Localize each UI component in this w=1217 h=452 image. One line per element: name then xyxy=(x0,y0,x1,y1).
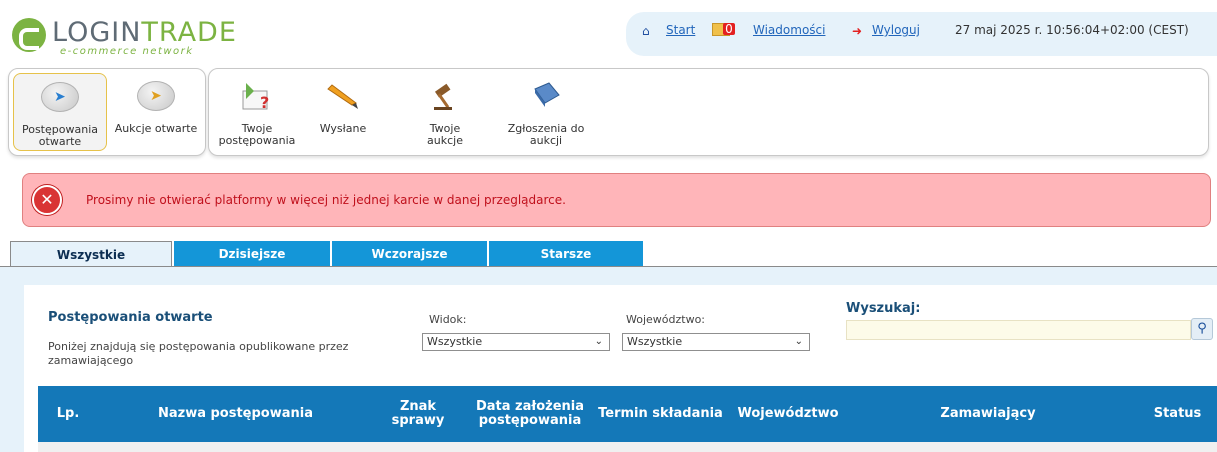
content-panel: Postępowania otwarte Poniżej znajdują si… xyxy=(0,267,1217,452)
toolbar-open-proceedings[interactable]: ➤ Postępowania otwarte xyxy=(13,73,107,151)
proceedings-container: Postępowania otwarte Poniżej znajdują si… xyxy=(24,285,1217,452)
region-select[interactable]: Wszystkie ⌄ xyxy=(622,333,810,351)
table-row xyxy=(38,442,1217,452)
col-header-status[interactable]: Status xyxy=(1138,386,1217,442)
col-header-name[interactable]: Nazwa postępowania xyxy=(148,386,323,442)
toolbar-item-label: Postępowania otwarte xyxy=(21,123,98,148)
chevron-down-icon: ⌄ xyxy=(594,336,603,347)
section-title: Postępowania otwarte xyxy=(48,310,213,325)
messages-count-badge: 0 xyxy=(723,23,735,35)
logout-link[interactable]: Wyloguj xyxy=(872,23,920,37)
start-link[interactable]: Start xyxy=(666,23,695,37)
svg-text:?: ? xyxy=(260,93,269,111)
search-input[interactable] xyxy=(846,320,1191,340)
col-header-number[interactable]: Lp. xyxy=(38,386,98,442)
search-icon: ⚲ xyxy=(1197,321,1207,336)
col-header-case-number[interactable]: Znak sprawy xyxy=(378,386,458,442)
alert-banner: ✕ Prosimy nie otwierać platformy w więce… xyxy=(22,173,1211,227)
view-select[interactable]: Wszystkie ⌄ xyxy=(422,333,610,351)
logout-arrow-icon: ➜ xyxy=(852,24,863,38)
col-header-region[interactable]: Województwo xyxy=(728,386,848,442)
tab-older[interactable]: Starsze xyxy=(489,241,643,267)
tab-yesterday[interactable]: Wczorajsze xyxy=(332,241,487,267)
home-icon: ⌂ xyxy=(642,24,650,38)
app-header: LOGINTRADE e-commerce network ⌂ Start 0 … xyxy=(0,0,1217,66)
section-description: Poniżej znajdują się postępowania opubli… xyxy=(48,340,349,367)
toolbar-auction-applications[interactable]: Zgłoszenia do aukcji xyxy=(497,69,595,155)
toolbar-item-label: Aukcje otwarte xyxy=(114,122,198,135)
envelope-question-icon: ? xyxy=(242,83,269,111)
region-filter-label: Województwo: xyxy=(626,313,706,326)
toolbar-your-auctions[interactable]: Twoje aukcje xyxy=(415,69,475,155)
toolbar-open-group: ➤ Postępowania otwarte ➤ Aukcje otwarte xyxy=(8,68,206,156)
toolbar-item-label: Wysłane xyxy=(319,122,367,135)
col-header-deadline[interactable]: Termin składania xyxy=(593,386,728,442)
tab-today[interactable]: Dzisiejsze xyxy=(174,241,330,267)
region-select-value: Wszystkie xyxy=(627,335,683,348)
toolbar-item-label: Zgłoszenia do aukcji xyxy=(507,122,585,147)
logo-word-part2: TRADE xyxy=(141,17,237,48)
table-header: Lp. Nazwa postępowania Znak sprawy Data … xyxy=(38,386,1217,442)
hammer-arrow-icon: ➤ xyxy=(137,81,175,111)
pencil-icon xyxy=(327,84,358,109)
logo-word-part1: LOGIN xyxy=(52,17,142,48)
gavel-icon xyxy=(434,83,452,110)
view-select-value: Wszystkie xyxy=(427,335,483,348)
search-label: Wyszukaj: xyxy=(846,301,921,316)
search-button[interactable]: ⚲ xyxy=(1191,318,1213,340)
toolbar-your-proceedings[interactable]: ? Twoje postępowania xyxy=(213,69,301,155)
arrow-right-icon: ➤ xyxy=(41,82,79,112)
close-circle-icon: ✕ xyxy=(32,185,62,215)
toolbar-user-group: ? Twoje postępowania Wysłane Twoje aukcj… xyxy=(208,68,1209,156)
toolbar-open-auctions[interactable]: ➤ Aukcje otwarte xyxy=(109,69,203,155)
current-datetime: 27 maj 2025 r. 10:56:04+02:00 (CEST) xyxy=(955,23,1189,37)
view-filter-label: Widok: xyxy=(429,313,467,326)
toolbar-sent[interactable]: Wysłane xyxy=(305,69,381,155)
logo-mark-icon xyxy=(12,18,46,52)
col-header-contracting-authority[interactable]: Zamawiający xyxy=(918,386,1058,442)
logo-tagline: e-commerce network xyxy=(60,46,194,57)
book-icon xyxy=(534,82,560,107)
messages-link[interactable]: Wiadomości xyxy=(753,23,825,37)
col-header-created-date[interactable]: Data założenia postępowania xyxy=(470,386,590,442)
toolbar-item-label: Twoje postępowania xyxy=(218,122,296,147)
chevron-down-icon: ⌄ xyxy=(794,336,803,347)
toolbar-item-label: Twoje aukcje xyxy=(427,122,463,147)
tab-all[interactable]: Wszystkie xyxy=(10,241,172,268)
alert-message: Prosimy nie otwierać platformy w więcej … xyxy=(86,193,566,207)
top-user-bar: ⌂ Start 0 Wiadomości ➜ Wyloguj 27 maj 20… xyxy=(626,12,1217,56)
logintrade-logo[interactable]: LOGINTRADE e-commerce network xyxy=(12,14,282,60)
